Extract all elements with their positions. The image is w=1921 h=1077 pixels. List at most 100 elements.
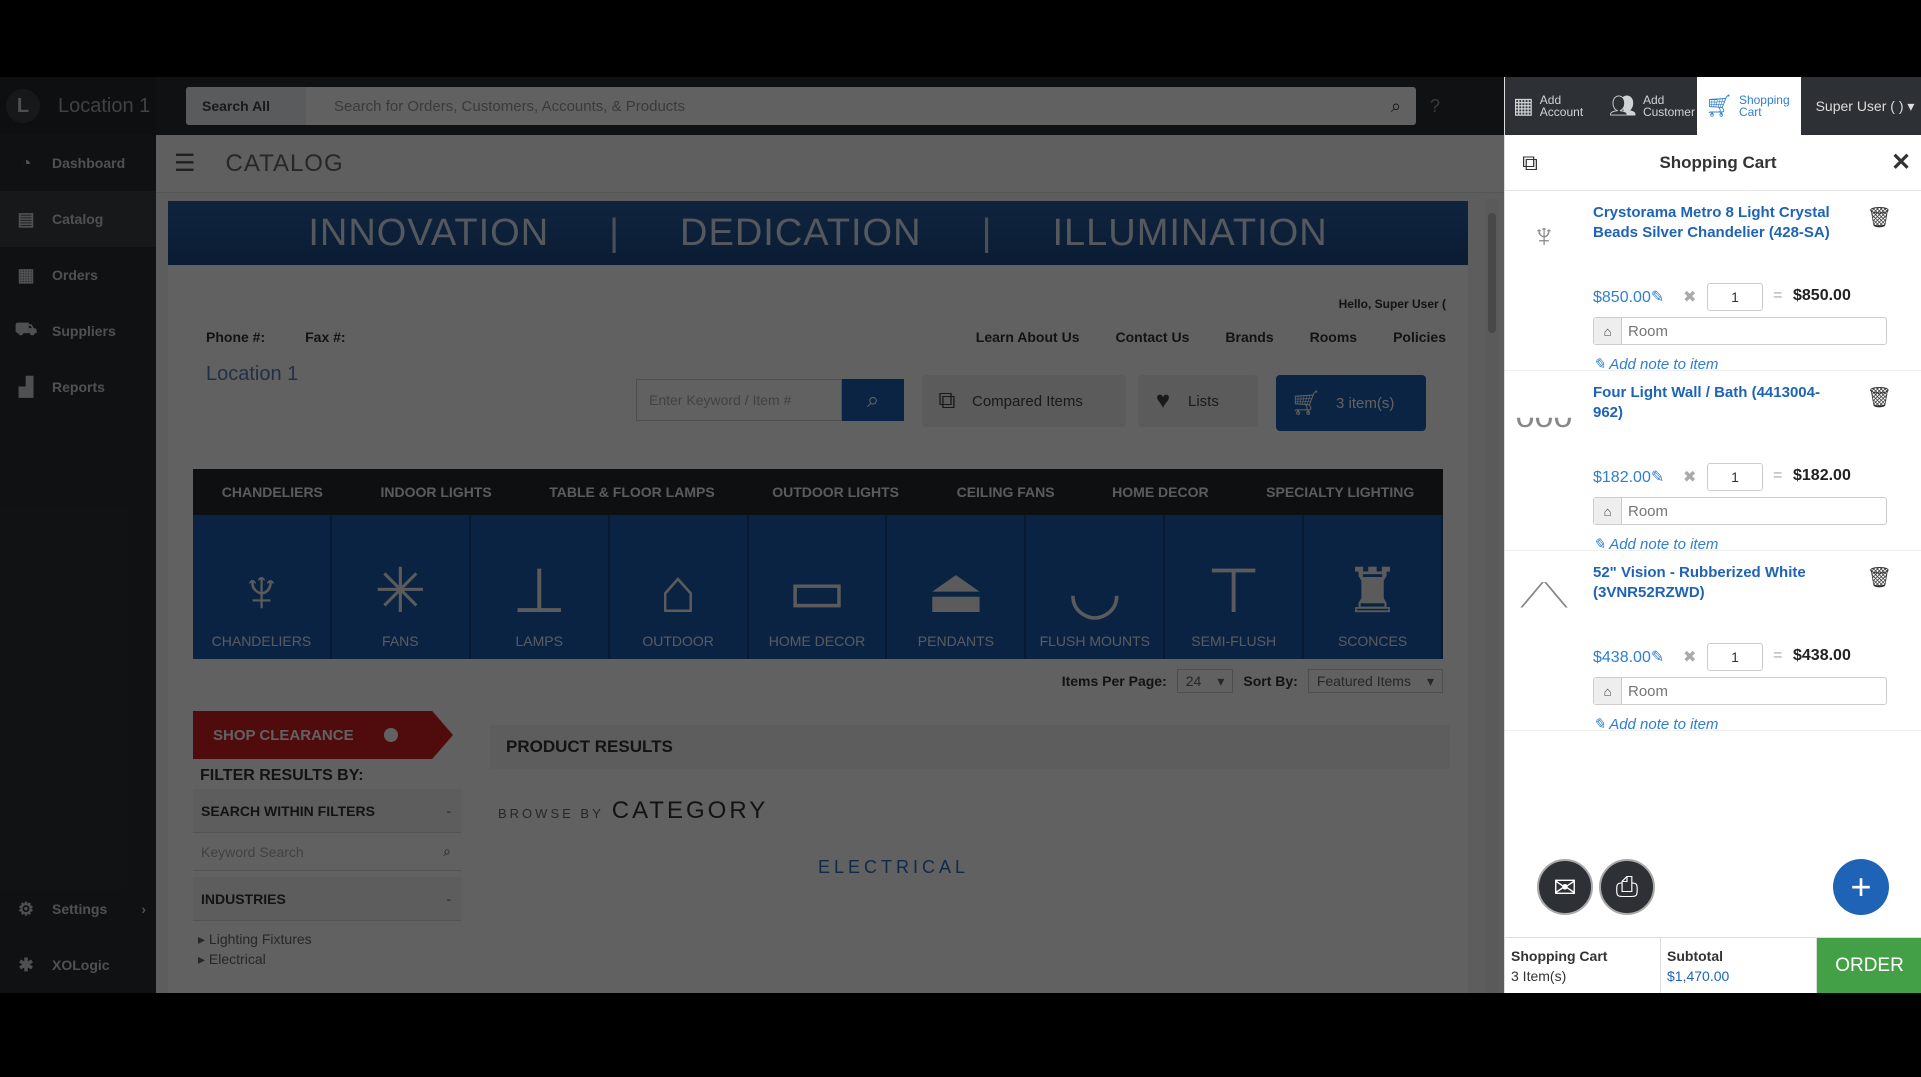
- facet-option[interactable]: ▸ Electrical: [198, 951, 266, 968]
- tab-shopping-cart[interactable]: 🛒︎ Shopping Cart: [1697, 77, 1801, 135]
- sidebar-item-settings[interactable]: ⚙ Settings ›: [0, 881, 156, 937]
- trash-icon[interactable]: 🗑︎: [1867, 205, 1892, 230]
- product-name-link[interactable]: 52" Vision - Rubberized White (3VNR52RZW…: [1593, 563, 1843, 603]
- add-item-button[interactable]: +: [1833, 859, 1889, 915]
- browse-category-label: CATEGORY: [611, 797, 769, 824]
- sort-by-select[interactable]: Featured Items ▾: [1307, 669, 1443, 693]
- collapse-icon: -: [446, 802, 451, 819]
- store-logo[interactable]: Location 1: [206, 363, 298, 386]
- unit-price[interactable]: $850.00✎: [1593, 287, 1664, 307]
- category-nav: CHANDELIERS INDOOR LIGHTS TABLE & FLOOR …: [193, 469, 1443, 515]
- quantity-input[interactable]: [1707, 643, 1763, 671]
- product-thumbnail[interactable]: ᴗᴗᴗ: [1516, 383, 1573, 449]
- room-input[interactable]: [1622, 322, 1886, 340]
- sidebar-item-xologic[interactable]: ✱ XOLogic: [0, 937, 156, 993]
- room-field[interactable]: ⌂: [1593, 497, 1887, 525]
- close-icon[interactable]: ✕: [1881, 148, 1921, 177]
- shop-clearance-button[interactable]: SHOP CLEARANCE: [193, 711, 453, 759]
- tile-outdoor[interactable]: ⌂ OUTDOOR: [609, 515, 749, 659]
- unit-price[interactable]: $182.00✎: [1593, 467, 1664, 487]
- trash-icon[interactable]: 🗑︎: [1867, 565, 1892, 590]
- tile-flush-mounts[interactable]: ◡ FLUSH MOUNTS: [1026, 515, 1166, 659]
- facet-search-within[interactable]: SEARCH WITHIN FILTERS -: [193, 789, 461, 833]
- email-cart-button[interactable]: ✉: [1537, 859, 1593, 915]
- search-icon: ⌕: [866, 387, 880, 412]
- user-menu[interactable]: Super User ( ) ▾: [1801, 77, 1921, 135]
- search-scope-select[interactable]: Search All: [186, 87, 306, 125]
- category-nav-item[interactable]: HOME DECOR: [1112, 484, 1208, 500]
- keyword-search-button[interactable]: ⌕: [842, 379, 904, 421]
- sidebar-item-reports[interactable]: ▟ Reports: [0, 359, 156, 415]
- tab-label-line: Cart: [1738, 105, 1762, 119]
- truck-icon: ⛟: [14, 319, 38, 339]
- category-nav-item[interactable]: SPECIALTY LIGHTING: [1266, 484, 1414, 500]
- tile-pendants[interactable]: ⏏ PENDANTS: [887, 515, 1027, 659]
- tile-fans[interactable]: ✳ FANS: [331, 515, 471, 659]
- room-input[interactable]: [1622, 682, 1886, 700]
- search-input[interactable]: Search for Orders, Customers, Accounts, …: [306, 98, 1376, 115]
- compared-items-button[interactable]: ⧉ Compared Items: [922, 375, 1126, 427]
- sidebar-item-orders[interactable]: ▦ Orders: [0, 247, 156, 303]
- sidebar-item-label: XOLogic: [52, 957, 110, 973]
- equals-sign: =: [1773, 467, 1783, 484]
- category-nav-item[interactable]: TABLE & FLOOR LAMPS: [549, 484, 714, 500]
- global-search[interactable]: Search All Search for Orders, Customers,…: [186, 87, 1416, 125]
- tile-semi-flush[interactable]: ⊤ SEMI-FLUSH: [1165, 515, 1305, 659]
- store-links: Learn About Us Contact Us Brands Rooms P…: [976, 329, 1446, 345]
- sidebar-item-dashboard[interactable]: ◔ Dashboard: [0, 135, 156, 191]
- category-nav-item[interactable]: OUTDOOR LIGHTS: [772, 484, 899, 500]
- quantity-input[interactable]: [1707, 463, 1763, 491]
- trash-icon[interactable]: 🗑︎: [1867, 385, 1892, 410]
- tile-lamps[interactable]: ⊥ LAMPS: [470, 515, 610, 659]
- category-tiles: ♆ CHANDELIERS ✳ FANS ⊥ LAMPS ⌂ OUTDOOR ▭ HOME…: [193, 515, 1444, 659]
- category-nav-item[interactable]: INDOOR LIGHTS: [380, 484, 491, 500]
- search-icon[interactable]: ⌕: [1376, 96, 1416, 117]
- link-rooms[interactable]: Rooms: [1310, 329, 1357, 345]
- unit-price[interactable]: $438.00✎: [1593, 647, 1664, 667]
- menu-icon[interactable]: ☰: [174, 149, 196, 178]
- page-scrollbar[interactable]: [1486, 199, 1498, 993]
- link-policies[interactable]: Policies: [1393, 329, 1446, 345]
- link-contact-us[interactable]: Contact Us: [1115, 329, 1189, 345]
- category-nav-item[interactable]: CHANDELIERS: [222, 484, 323, 500]
- sidebar-item-label: Suppliers: [52, 323, 116, 339]
- xologic-logo-icon: ✱: [18, 954, 34, 975]
- product-thumbnail[interactable]: ⟋⟍: [1517, 563, 1571, 629]
- help-icon[interactable]: ?: [1430, 96, 1440, 117]
- room-field[interactable]: ⌂: [1593, 677, 1887, 705]
- lists-button[interactable]: ♥ Lists: [1138, 375, 1258, 427]
- sidebar-item-catalog[interactable]: ▤ Catalog: [0, 191, 156, 247]
- tile-home-decor[interactable]: ▭ HOME DECOR: [748, 515, 888, 659]
- filter-search-input[interactable]: Keyword Search ⌕: [193, 833, 461, 871]
- room-input[interactable]: [1622, 502, 1886, 520]
- category-nav-item[interactable]: CEILING FANS: [957, 484, 1055, 500]
- keyword-search-input[interactable]: Enter Keyword / Item #: [636, 379, 842, 421]
- product-name-link[interactable]: Four Light Wall / Bath (4413004-962): [1593, 383, 1843, 423]
- items-per-page-select[interactable]: 24 ▾: [1176, 669, 1234, 693]
- category-electrical-link[interactable]: ELECTRICAL: [818, 857, 969, 878]
- tile-chandeliers[interactable]: ♆ CHANDELIERS: [193, 515, 332, 659]
- sidebar-item-suppliers[interactable]: ⛟ Suppliers: [0, 303, 156, 359]
- scrollbar-thumb[interactable]: [1488, 213, 1496, 333]
- print-cart-button[interactable]: ⎙: [1599, 859, 1655, 915]
- tile-label: FANS: [382, 633, 419, 649]
- tile-sconces[interactable]: ♜ SCONCES: [1304, 515, 1444, 659]
- facet-option[interactable]: ▸ Lighting Fixtures: [198, 931, 312, 948]
- facet-option-label: Electrical: [208, 951, 266, 967]
- tab-add-account[interactable]: ▦ Add Account: [1505, 77, 1601, 135]
- product-name-link[interactable]: Crystorama Metro 8 Light Crystal Beads S…: [1593, 203, 1843, 243]
- room-field[interactable]: ⌂: [1593, 317, 1887, 345]
- product-thumbnail[interactable]: ♆: [1517, 203, 1571, 269]
- storefront: INNOVATION | DEDICATION | ILLUMINATION H…: [168, 201, 1468, 993]
- order-button[interactable]: ORDER: [1817, 938, 1921, 993]
- location-switcher[interactable]: L Location 1: [0, 77, 156, 135]
- add-note-link[interactable]: ✎ Add note to item: [1593, 715, 1718, 733]
- flush-mount-icon: ◡: [1067, 557, 1122, 626]
- link-learn-about-us[interactable]: Learn About Us: [976, 329, 1080, 345]
- tab-add-customer[interactable]: 👥︎ Add Customer: [1601, 77, 1697, 135]
- facet-industries[interactable]: INDUSTRIES -: [193, 877, 461, 921]
- link-brands[interactable]: Brands: [1225, 329, 1273, 345]
- store-cart-button[interactable]: 🛒︎ 3 item(s): [1276, 375, 1426, 431]
- quantity-input[interactable]: [1707, 283, 1763, 311]
- copy-cart-icon[interactable]: ⧉: [1505, 150, 1555, 176]
